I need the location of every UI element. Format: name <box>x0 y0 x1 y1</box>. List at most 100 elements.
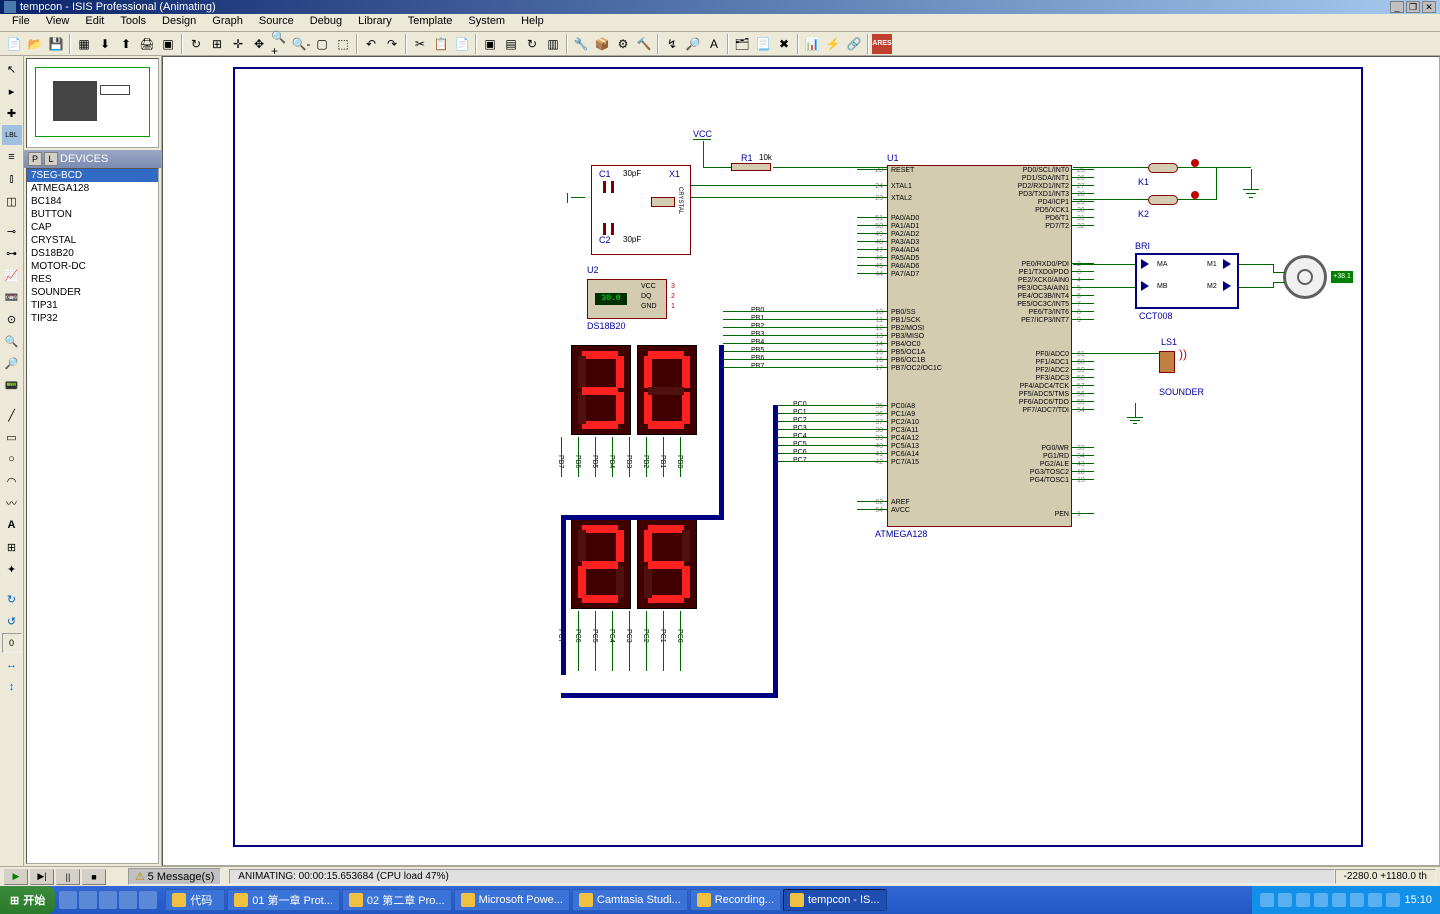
menu-help[interactable]: Help <box>513 14 552 31</box>
path-tool[interactable]: 〰 <box>2 493 22 513</box>
new-sheet-button[interactable]: 📃 <box>753 34 773 54</box>
pick-device-button[interactable]: P <box>28 152 42 166</box>
taskbar-task[interactable]: 02 第二章 Pro... <box>342 889 452 911</box>
erc-button[interactable]: ⚡ <box>823 34 843 54</box>
pin-tool[interactable]: ⊶ <box>2 243 22 263</box>
graph-tool[interactable]: 📈 <box>2 265 22 285</box>
k2-actuator[interactable] <box>1191 191 1199 199</box>
print-area-button[interactable]: ▦ <box>74 34 94 54</box>
undo-button[interactable]: ↶ <box>361 34 381 54</box>
ls1-body[interactable] <box>1159 351 1175 373</box>
menu-template[interactable]: Template <box>400 14 461 31</box>
menu-tools[interactable]: Tools <box>112 14 154 31</box>
close-button[interactable]: ✕ <box>1422 1 1436 13</box>
component-tool[interactable]: ▸ <box>2 81 22 101</box>
generator-tool[interactable]: ⊙ <box>2 309 22 329</box>
start-button[interactable]: ⊞开始 <box>0 886 55 914</box>
device-item[interactable]: MOTOR-DC <box>27 260 158 273</box>
property-assign-button[interactable]: A <box>704 34 724 54</box>
symbol-tool[interactable]: ⊞ <box>2 537 22 557</box>
mark-output-button[interactable]: ▣ <box>158 34 178 54</box>
menu-library[interactable]: Library <box>350 14 400 31</box>
rotate-cw-button[interactable]: ↻ <box>2 589 22 609</box>
tray-icon[interactable] <box>1314 893 1328 907</box>
qq-icon[interactable] <box>119 891 137 909</box>
menu-debug[interactable]: Debug <box>302 14 350 31</box>
sevseg-top-2[interactable] <box>637 345 697 435</box>
block-copy-button[interactable]: ▣ <box>480 34 500 54</box>
menu-design[interactable]: Design <box>154 14 204 31</box>
crystal-body[interactable] <box>651 197 675 207</box>
junction-tool[interactable]: ✚ <box>2 103 22 123</box>
step-button[interactable]: ▶| <box>30 869 54 885</box>
maximize-button[interactable]: ❐ <box>1406 1 1420 13</box>
tape-tool[interactable]: 📼 <box>2 287 22 307</box>
line-tool[interactable]: ╱ <box>2 405 22 425</box>
open-button[interactable]: 📂 <box>25 34 45 54</box>
wire-autoroute-button[interactable]: ↯ <box>662 34 682 54</box>
box-tool[interactable]: ▭ <box>2 427 22 447</box>
schematic-canvas[interactable]: VCC R1 10k C1 30pF X1 CRYSTAL C2 30pF U2 <box>162 56 1440 866</box>
sevseg-bot-2[interactable] <box>637 519 697 609</box>
device-item[interactable]: ATMEGA128 <box>27 182 158 195</box>
pause-button[interactable]: || <box>56 869 80 885</box>
block-move-button[interactable]: ▤ <box>501 34 521 54</box>
device-item[interactable]: SOUNDER <box>27 286 158 299</box>
messages-status[interactable]: ⚠ 5 Message(s) <box>128 868 221 885</box>
tray-icon[interactable] <box>1368 893 1382 907</box>
ie-icon[interactable] <box>59 891 77 909</box>
packaging-button[interactable]: ⚙ <box>613 34 633 54</box>
desktop-icon[interactable] <box>79 891 97 909</box>
voltage-probe-tool[interactable]: 🔍 <box>2 331 22 351</box>
taskbar-task[interactable]: 01 第一章 Prot... <box>227 889 340 911</box>
player-icon[interactable] <box>99 891 117 909</box>
device-item[interactable]: BUTTON <box>27 208 158 221</box>
cut-button[interactable]: ✂ <box>410 34 430 54</box>
bus-tool[interactable]: ⫾ <box>2 169 22 189</box>
stop-button[interactable]: ■ <box>82 869 106 885</box>
zoom-area-button[interactable]: ⬚ <box>333 34 353 54</box>
design-explorer-button[interactable]: 🗂 <box>732 34 752 54</box>
taskbar-task[interactable]: Camtasia Studi... <box>572 889 688 911</box>
label-tool[interactable]: LBL <box>2 125 22 145</box>
taskbar-task[interactable]: Recording... <box>690 889 781 911</box>
print-button[interactable]: 🖨 <box>137 34 157 54</box>
device-item[interactable]: DS18B20 <box>27 247 158 260</box>
export-button[interactable]: ⬆ <box>116 34 136 54</box>
arc-tool[interactable]: ◠ <box>2 471 22 491</box>
menu-view[interactable]: View <box>38 14 78 31</box>
flip-v-button[interactable]: ↕ <box>2 677 22 697</box>
text2d-tool[interactable]: A <box>2 515 22 535</box>
menu-source[interactable]: Source <box>251 14 302 31</box>
rotate-ccw-button[interactable]: ↺ <box>2 611 22 631</box>
device-list[interactable]: 7SEG-BCDATMEGA128BC184BUTTONCAPCRYSTALDS… <box>26 168 159 864</box>
current-probe-tool[interactable]: 🔎 <box>2 353 22 373</box>
zoom-in-button[interactable]: 🔍+ <box>270 34 290 54</box>
redo-button[interactable]: ↷ <box>382 34 402 54</box>
sevseg-bot-1[interactable] <box>571 519 631 609</box>
r1-body[interactable] <box>731 163 771 171</box>
save-button[interactable]: 💾 <box>46 34 66 54</box>
device-item[interactable]: TIP32 <box>27 312 158 325</box>
rotation-angle[interactable]: 0 <box>2 633 22 653</box>
device-item[interactable]: TIP31 <box>27 299 158 312</box>
bom-button[interactable]: 📊 <box>802 34 822 54</box>
taskbar-task[interactable]: Microsoft Powe... <box>454 889 570 911</box>
k1-body[interactable] <box>1148 163 1178 173</box>
copy-button[interactable]: 📋 <box>431 34 451 54</box>
netlist-button[interactable]: 🔗 <box>844 34 864 54</box>
search-tag-button[interactable]: 🔎 <box>683 34 703 54</box>
paste-button[interactable]: 📄 <box>452 34 472 54</box>
library-button[interactable]: L <box>44 152 58 166</box>
sevseg-top-1[interactable] <box>571 345 631 435</box>
instrument-tool[interactable]: 📟 <box>2 375 22 395</box>
origin-button[interactable]: ✛ <box>228 34 248 54</box>
block-delete-button[interactable]: ▥ <box>543 34 563 54</box>
play-button[interactable]: ▶ <box>4 869 28 885</box>
refresh-button[interactable]: ↻ <box>186 34 206 54</box>
taskbar-task[interactable]: 代码 <box>165 889 225 911</box>
tray-icon[interactable] <box>1278 893 1292 907</box>
marker-tool[interactable]: ✦ <box>2 559 22 579</box>
device-item[interactable]: RES <box>27 273 158 286</box>
zoom-out-button[interactable]: 🔍- <box>291 34 311 54</box>
